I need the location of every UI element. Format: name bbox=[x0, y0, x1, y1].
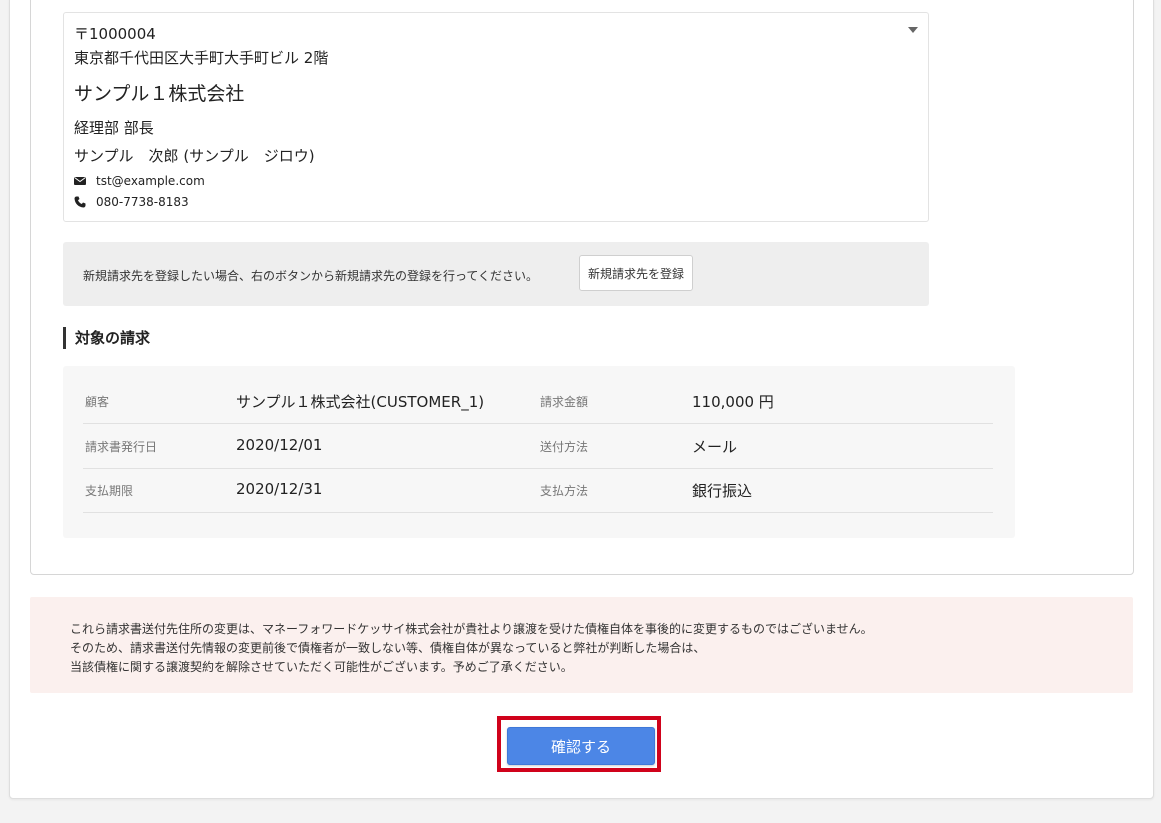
notice-line: これら請求書送付先住所の変更は、マネーフォワードケッサイ株式会社が貴社より譲渡を… bbox=[70, 622, 873, 636]
caret-down-icon[interactable] bbox=[908, 27, 918, 33]
amount-label: 請求金額 bbox=[540, 395, 589, 409]
payment-method-value: 銀行振込 bbox=[692, 482, 753, 500]
register-instruction: 新規請求先を登録したい場合、右のボタンから新規請求先の登録を行ってください。 bbox=[83, 269, 539, 283]
page-card: 〒1000004 東京都千代田区大手町大手町ビル 2階 サンプル１株式会社 経理… bbox=[9, 0, 1154, 799]
department-title: 経理部 部長 bbox=[74, 119, 154, 137]
due-date-value: 2020/12/31 bbox=[236, 480, 323, 498]
notice-line: そのため、請求書送付先情報の変更前後で債権者が一致しない等、債権自体が異なってい… bbox=[70, 641, 706, 655]
contact-person: サンプル 次郎 (サンプル ジロウ) bbox=[74, 147, 315, 165]
confirm-button[interactable]: 確認する bbox=[507, 727, 655, 765]
notice-line: 当該債権に関する譲渡契約を解除させていただく可能性がございます。予めご了承くださ… bbox=[70, 660, 573, 674]
notice-box: これら請求書送付先住所の変更は、マネーフォワードケッサイ株式会社が貴社より譲渡を… bbox=[30, 597, 1133, 693]
envelope-icon bbox=[74, 177, 86, 185]
phone-text: 080-7738-8183 bbox=[96, 195, 189, 209]
due-date-label: 支払期限 bbox=[85, 484, 134, 498]
postal-code: 〒1000004 bbox=[74, 25, 156, 43]
delivery-method-label: 送付方法 bbox=[540, 440, 589, 454]
new-billing-panel: 新規請求先を登録したい場合、右のボタンから新規請求先の登録を行ってください。 新… bbox=[63, 242, 929, 306]
detail-row: 顧客 サンプル１株式会社(CUSTOMER_1) 請求金額 110,000 円 bbox=[83, 379, 993, 424]
company-name: サンプル１株式会社 bbox=[74, 83, 245, 105]
customer-value: サンプル１株式会社(CUSTOMER_1) bbox=[236, 393, 485, 411]
billing-address-select[interactable]: 〒1000004 東京都千代田区大手町大手町ビル 2階 サンプル１株式会社 経理… bbox=[63, 12, 929, 222]
delivery-method-value: メール bbox=[692, 438, 738, 456]
amount-value: 110,000 円 bbox=[692, 393, 774, 411]
detail-row: 支払期限 2020/12/31 支払方法 銀行振込 bbox=[83, 468, 993, 513]
invoice-details: 顧客 サンプル１株式会社(CUSTOMER_1) 請求金額 110,000 円 … bbox=[63, 366, 1015, 538]
register-new-billing-button[interactable]: 新規請求先を登録 bbox=[579, 255, 694, 291]
detail-row: 請求書発行日 2020/12/01 送付方法 メール bbox=[83, 424, 993, 469]
issue-date-value: 2020/12/01 bbox=[236, 436, 323, 454]
form-card: 〒1000004 東京都千代田区大手町大手町ビル 2階 サンプル１株式会社 経理… bbox=[30, 0, 1134, 575]
phone-icon bbox=[74, 196, 86, 208]
issue-date-label: 請求書発行日 bbox=[85, 440, 158, 454]
section-title: 対象の請求 bbox=[63, 327, 150, 349]
phone-row: 080-7738-8183 bbox=[74, 195, 189, 209]
street-address: 東京都千代田区大手町大手町ビル 2階 bbox=[74, 49, 329, 67]
email-row: tst@example.com bbox=[74, 174, 205, 188]
customer-label: 顧客 bbox=[85, 395, 110, 409]
payment-method-label: 支払方法 bbox=[540, 484, 589, 498]
email-text: tst@example.com bbox=[96, 174, 205, 188]
